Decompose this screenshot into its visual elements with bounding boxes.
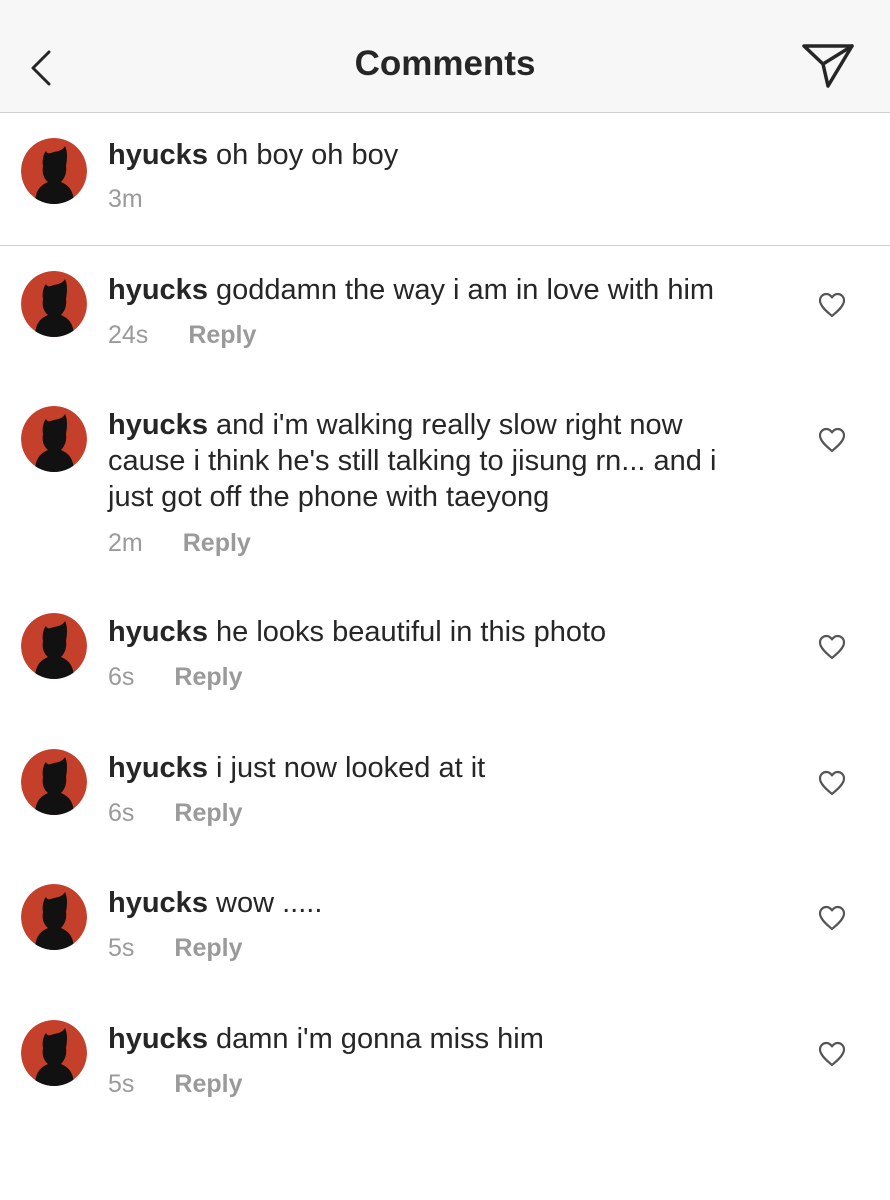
comment-body-line-2: cause i think he's still talking to jisu…: [108, 445, 717, 477]
username-link[interactable]: hyucks: [108, 139, 208, 171]
comment-text: hyucks damn i'm gonna miss him: [108, 1021, 544, 1057]
avatar-image: [21, 271, 87, 337]
timestamp: 6s: [108, 799, 135, 827]
timestamp: 5s: [108, 1070, 135, 1098]
comment-meta: 2m Reply: [108, 529, 251, 558]
comment-text: hyucks wow .....: [108, 885, 322, 921]
comment-text: hyucks goddamn the way i am in love with…: [108, 272, 714, 308]
share-button[interactable]: [800, 40, 856, 92]
username-link[interactable]: hyucks: [108, 409, 208, 441]
avatar-image: [21, 613, 87, 679]
caption-body: oh boy oh boy: [216, 139, 399, 171]
comment-meta: 5s Reply: [108, 1070, 243, 1099]
heart-icon[interactable]: [818, 1041, 846, 1067]
reply-button[interactable]: Reply: [174, 934, 242, 963]
avatar-image: [21, 406, 87, 472]
username-link[interactable]: hyucks: [108, 1023, 208, 1055]
comment-body-line-3: just got off the phone with taeyong: [108, 481, 550, 513]
comment-item: hyucks and i'm walking really slow right…: [0, 381, 890, 591]
page-title: Comments: [354, 44, 536, 83]
comment-meta: 6s Reply: [108, 663, 243, 692]
comment-text: hyucks i just now looked at it: [108, 750, 485, 786]
avatar-image: [21, 749, 87, 815]
heart-icon[interactable]: [818, 905, 846, 931]
timestamp: 2m: [108, 529, 143, 557]
avatar[interactable]: [21, 749, 87, 815]
timestamp: 5s: [108, 934, 135, 962]
comment-body-line-1: and i'm walking really slow right now: [216, 409, 683, 441]
comment-body: i just now looked at it: [216, 752, 486, 784]
comment-meta: 6s Reply: [108, 799, 243, 828]
reply-button[interactable]: Reply: [174, 799, 242, 828]
reply-button[interactable]: Reply: [174, 663, 242, 692]
comment-item: hyucks he looks beautiful in this photo …: [0, 588, 890, 718]
comment-item: hyucks goddamn the way i am in love with…: [0, 246, 890, 376]
avatar[interactable]: [21, 613, 87, 679]
avatar-image: [21, 138, 87, 204]
comment-body: he looks beautiful in this photo: [216, 616, 607, 648]
timestamp: 3m: [108, 185, 143, 213]
comment-meta: 5s Reply: [108, 934, 243, 963]
avatar[interactable]: [21, 406, 87, 472]
caption-text: hyucks oh boy oh boy: [108, 137, 398, 173]
comment-body: damn i'm gonna miss him: [216, 1023, 544, 1055]
avatar[interactable]: [21, 271, 87, 337]
username-link[interactable]: hyucks: [108, 752, 208, 784]
comment-item: hyucks i just now looked at it 6s Reply: [0, 724, 890, 854]
reply-button[interactable]: Reply: [174, 1070, 242, 1099]
timestamp: 24s: [108, 321, 149, 349]
post-caption: hyucks oh boy oh boy 3m: [0, 113, 890, 246]
comment-text: hyucks and i'm walking really slow right…: [108, 407, 716, 515]
heart-icon[interactable]: [818, 292, 846, 318]
avatar[interactable]: [21, 1020, 87, 1086]
avatar-image: [21, 1020, 87, 1086]
heart-icon[interactable]: [818, 634, 846, 660]
comment-meta: 24s Reply: [108, 321, 256, 350]
avatar[interactable]: [21, 884, 87, 950]
comment-item: hyucks damn i'm gonna miss him 5s Reply: [0, 995, 890, 1125]
comment-item: hyucks wow ..... 5s Reply: [0, 859, 890, 989]
top-nav-bar: Comments: [0, 0, 890, 113]
comment-body: goddamn the way i am in love with him: [216, 274, 715, 306]
caption-meta: 3m: [108, 185, 143, 214]
reply-button[interactable]: Reply: [188, 321, 256, 350]
username-link[interactable]: hyucks: [108, 887, 208, 919]
heart-icon[interactable]: [818, 770, 846, 796]
timestamp: 6s: [108, 663, 135, 691]
avatar[interactable]: [21, 138, 87, 204]
paper-plane-icon: [802, 44, 854, 88]
username-link[interactable]: hyucks: [108, 274, 208, 306]
avatar-image: [21, 884, 87, 950]
comment-text: hyucks he looks beautiful in this photo: [108, 614, 606, 650]
heart-icon[interactable]: [818, 427, 846, 453]
username-link[interactable]: hyucks: [108, 616, 208, 648]
reply-button[interactable]: Reply: [183, 529, 251, 558]
comment-body: wow .....: [216, 887, 323, 919]
